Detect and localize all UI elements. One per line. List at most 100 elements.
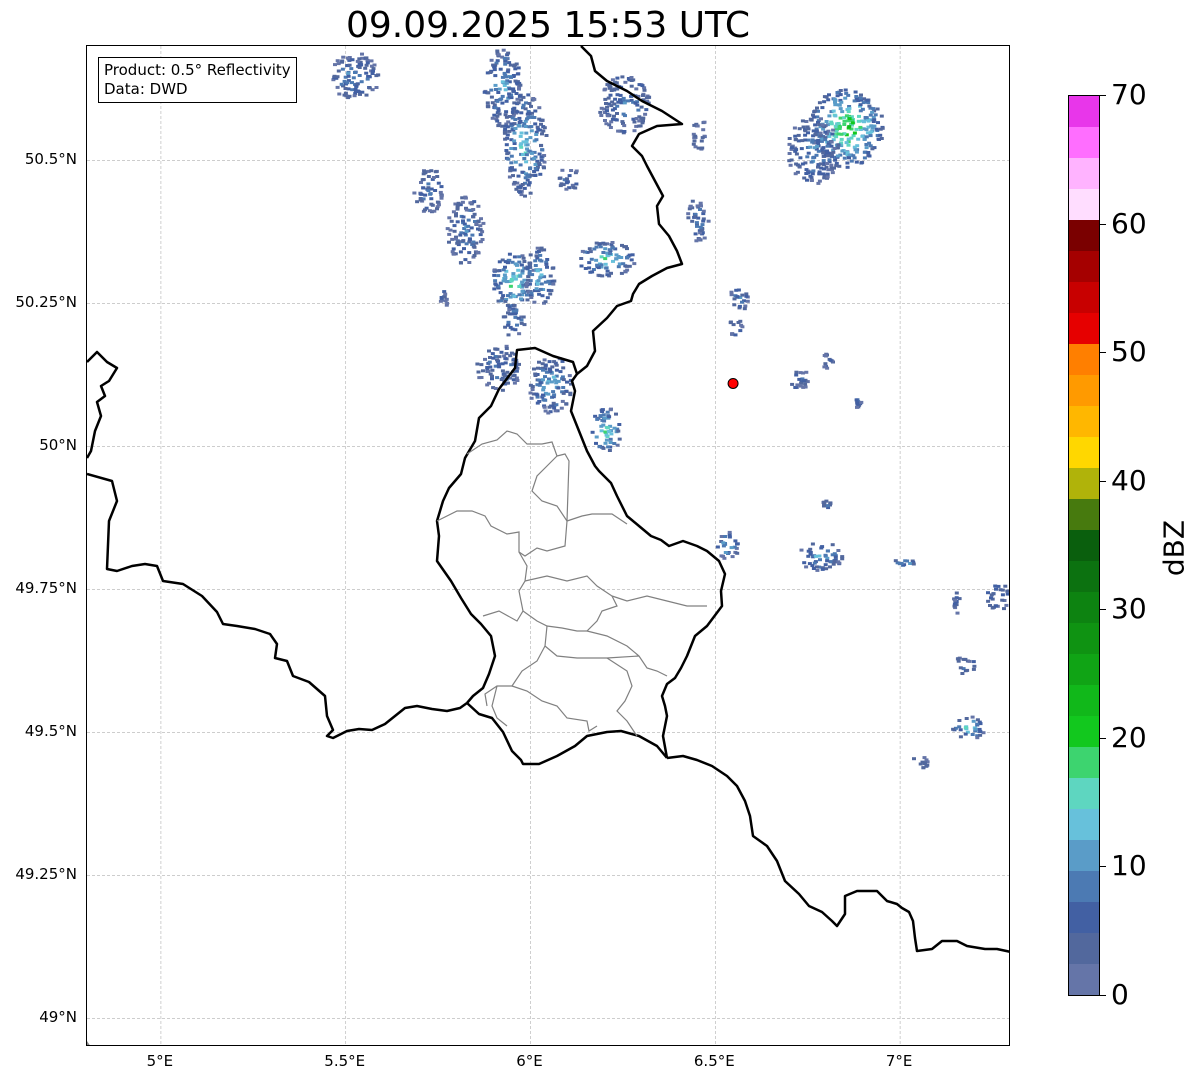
echo-pixel	[855, 405, 859, 409]
echo-pixel	[509, 154, 514, 158]
echo-pixel	[513, 67, 518, 71]
echo-pixel	[502, 71, 507, 75]
echo-pixel	[472, 212, 477, 216]
colorbar-segment	[1069, 746, 1099, 778]
echo-pixel	[1000, 593, 1005, 597]
colorbar-tick-mark	[1100, 737, 1106, 739]
echo-pixel	[517, 260, 522, 264]
echo-pixel	[813, 123, 818, 127]
echo-pixel	[468, 201, 473, 205]
echo-pixel	[867, 104, 872, 108]
lat-tick-label: 49.25°N	[15, 865, 77, 884]
echo-pixel	[787, 142, 792, 146]
lon-tick-label: 7°E	[885, 1052, 913, 1070]
echo-pixel	[523, 107, 528, 111]
echo-pixel	[426, 186, 431, 190]
echo-pixel	[790, 382, 795, 386]
echo-pixel	[870, 147, 875, 151]
echo-pixel	[952, 602, 957, 606]
echo-pixel	[519, 193, 524, 197]
echo-pixel	[493, 74, 498, 78]
echo-pixel	[732, 297, 737, 301]
echo-pixel	[504, 99, 509, 103]
echo-pixel	[538, 276, 543, 280]
colorbar-segment	[1069, 932, 1099, 964]
echo-pixel	[486, 369, 491, 373]
echo-pixel	[641, 94, 645, 97]
colorbar-segment	[1069, 374, 1099, 406]
echo-pixel	[503, 88, 508, 92]
echo-pixel	[723, 535, 728, 538]
echo-pixel	[843, 88, 848, 92]
echo-pixel	[796, 133, 801, 137]
echo-pixel	[849, 159, 854, 163]
echo-pixel	[490, 352, 495, 356]
echo-pixel	[551, 401, 556, 405]
info-box: Product: 0.5° Reflectivity Data: DWD	[98, 57, 297, 103]
echo-pixel	[825, 504, 830, 508]
colorbar-segment	[1069, 622, 1099, 654]
echo-pixel	[989, 596, 993, 600]
colorbar-segment	[1069, 188, 1099, 220]
echo-pixel	[847, 117, 852, 121]
echo-pixel	[339, 82, 344, 86]
echo-pixel	[607, 449, 612, 452]
echo-pixel	[364, 71, 369, 75]
echo-pixel	[604, 266, 609, 270]
colorbar-segment	[1069, 901, 1099, 933]
echo-pixel	[505, 152, 510, 156]
echo-pixel	[813, 109, 818, 113]
echo-pixel	[495, 347, 500, 351]
echo-pixel	[565, 177, 569, 181]
colorbar-segment	[1069, 157, 1099, 189]
echo-pixel	[806, 171, 811, 175]
echo-pixel	[605, 105, 610, 109]
echo-pixel	[690, 219, 695, 223]
echo-pixel	[352, 94, 357, 98]
echo-pixel	[604, 433, 609, 437]
echo-pixel	[376, 73, 381, 77]
echo-pixel	[501, 294, 506, 298]
echo-pixel	[857, 114, 861, 118]
echo-pixel	[534, 254, 539, 258]
lon-tick-label: 6.5°E	[693, 1052, 735, 1070]
echo-pixel	[605, 269, 610, 273]
echo-pixel	[721, 544, 726, 548]
colorbar-segment	[1069, 684, 1099, 716]
echo-pixel	[503, 299, 508, 303]
echo-pixel	[700, 146, 705, 150]
echo-pixel	[860, 134, 865, 138]
echo-pixel	[864, 146, 869, 150]
echo-pixel	[508, 166, 513, 170]
echo-pixel	[604, 425, 609, 429]
echo-pixel	[364, 93, 369, 97]
radar-echo-cell	[790, 370, 810, 389]
echo-pixel	[827, 158, 832, 162]
echo-pixel	[636, 108, 641, 112]
echo-pixel	[971, 719, 976, 723]
echo-pixel	[694, 221, 699, 225]
echo-pixel	[494, 283, 499, 287]
echo-pixel	[630, 253, 635, 257]
echo-pixel	[876, 121, 880, 125]
echo-pixel	[451, 210, 456, 214]
echo-pixel	[816, 138, 821, 142]
echo-pixel	[521, 153, 525, 157]
radar-echo-cell	[811, 88, 885, 169]
echo-pixel	[500, 369, 505, 373]
echo-pixel	[698, 208, 702, 211]
echo-pixel	[599, 255, 604, 259]
echo-pixel	[461, 239, 466, 243]
echo-pixel	[597, 445, 602, 449]
echo-pixel	[493, 279, 498, 283]
echo-pixel	[868, 144, 873, 148]
echo-pixel	[499, 350, 504, 354]
echo-pixel	[541, 388, 546, 392]
echo-pixel	[612, 87, 617, 91]
echo-pixel	[587, 247, 592, 251]
echo-pixel	[564, 187, 569, 191]
echo-pixel	[360, 52, 364, 56]
echo-pixel	[858, 103, 863, 107]
echo-pixel	[818, 131, 823, 135]
echo-pixel	[512, 255, 517, 259]
